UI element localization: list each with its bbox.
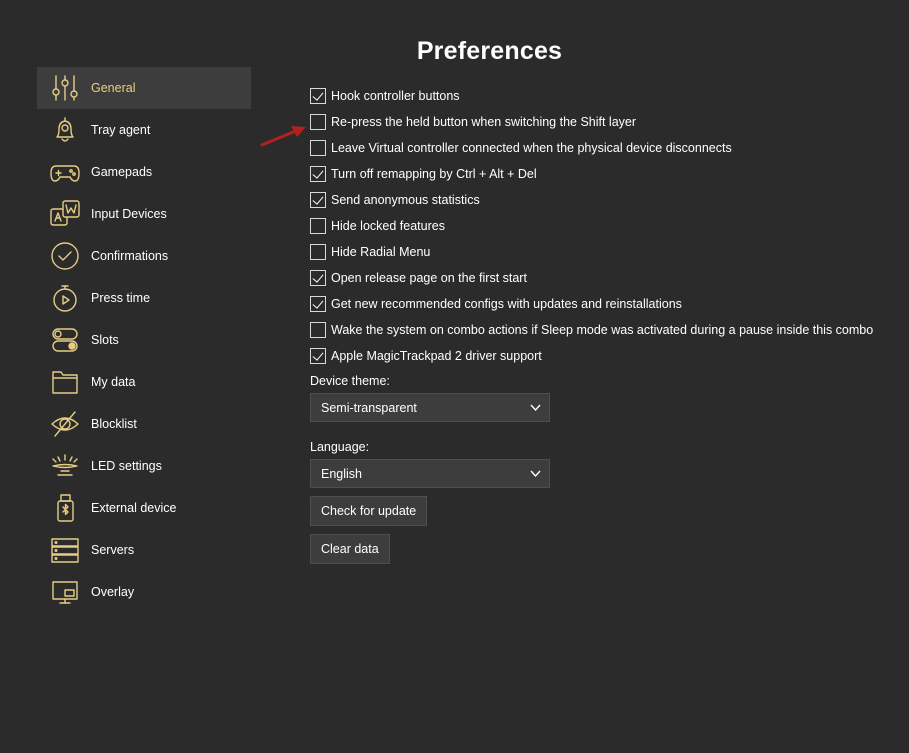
option-row[interactable]: Apple MagicTrackpad 2 driver support (310, 343, 900, 369)
checkbox-unchecked[interactable] (310, 322, 326, 338)
sidebar-item-external-device[interactable]: External device (37, 487, 251, 529)
toggles-icon (50, 325, 80, 355)
option-label: Send anonymous statistics (331, 193, 480, 207)
sidebar-item-led-settings[interactable]: LED settings (37, 445, 251, 487)
option-label: Leave Virtual controller connected when … (331, 141, 732, 155)
option-label: Open release page on the first start (331, 271, 527, 285)
checkbox-unchecked[interactable] (310, 114, 326, 130)
check-for-update-button[interactable]: Check for update (310, 496, 428, 526)
sidebar-item-gamepads[interactable]: Gamepads (37, 151, 251, 193)
checkbox-unchecked[interactable] (310, 140, 326, 156)
monitor-icon (50, 577, 80, 607)
sliders-icon (50, 73, 80, 103)
sidebar-item-label: Gamepads (91, 165, 153, 179)
option-row[interactable]: Wake the system on combo actions if Slee… (310, 317, 900, 343)
sidebar-item-press-time[interactable]: Press time (37, 277, 251, 319)
annotation-arrow-icon (260, 126, 306, 147)
sidebar-item-label: General (91, 81, 136, 95)
option-row[interactable]: Re-press the held button when switching … (310, 109, 900, 135)
keys-icon (50, 199, 80, 229)
bell-icon (50, 115, 80, 145)
option-label: Turn off remapping by Ctrl + Alt + Del (331, 167, 537, 181)
option-label: Wake the system on combo actions if Slee… (331, 323, 874, 337)
checkbox-checked[interactable] (310, 270, 326, 286)
option-label: Apple MagicTrackpad 2 driver support (331, 349, 542, 363)
folder-icon (50, 367, 80, 397)
chevron-down-icon (529, 401, 542, 414)
sidebar-item-label: Slots (91, 333, 119, 347)
device-theme-select[interactable]: Semi-transparent (310, 393, 550, 422)
option-row[interactable]: Hide locked features (310, 213, 900, 239)
device-theme-value: Semi-transparent (321, 400, 417, 415)
sidebar-item-confirmations[interactable]: Confirmations (37, 235, 251, 277)
preferences-page: Preferences General Tray agent Gamepads … (0, 0, 909, 753)
language-label: Language: (310, 440, 370, 454)
sidebar-item-my-data[interactable]: My data (37, 361, 251, 403)
option-label: Get new recommended configs with updates… (331, 297, 682, 311)
checkbox-checked[interactable] (310, 166, 326, 182)
sidebar-item-label: My data (91, 375, 136, 389)
checkbox-unchecked[interactable] (310, 244, 326, 260)
sidebar-item-label: Blocklist (91, 417, 137, 431)
option-row[interactable]: Send anonymous statistics (310, 187, 900, 213)
sidebar-item-label: Input Devices (91, 207, 167, 221)
option-label: Hide Radial Menu (331, 245, 431, 259)
checkbox-checked[interactable] (310, 88, 326, 104)
sidebar-item-overlay[interactable]: Overlay (37, 571, 251, 613)
server-icon (50, 535, 80, 565)
sidebar-item-tray-agent[interactable]: Tray agent (37, 109, 251, 151)
sidebar-item-label: Overlay (91, 585, 135, 599)
gamepad-icon (50, 157, 80, 187)
sidebar-item-input-devices[interactable]: Input Devices (37, 193, 251, 235)
sidebar-item-servers[interactable]: Servers (37, 529, 251, 571)
language-value: English (321, 466, 362, 481)
sidebar-item-label: External device (91, 501, 177, 515)
option-label: Hide locked features (331, 219, 445, 233)
sidebar-item-general[interactable]: General (37, 67, 251, 109)
sidebar-item-label: Servers (91, 543, 135, 557)
sidebar-item-blocklist[interactable]: Blocklist (37, 403, 251, 445)
option-row[interactable]: Hook controller buttons (310, 83, 900, 109)
eye-slash-icon (50, 409, 80, 439)
stopwatch-icon (50, 283, 80, 313)
option-row[interactable]: Leave Virtual controller connected when … (310, 135, 900, 161)
options-list: Hook controller buttons Re-press the held… (310, 83, 900, 369)
option-label: Re-press the held button when switching … (331, 115, 637, 129)
check-circle-icon (50, 241, 80, 271)
sidebar-item-label: Confirmations (91, 249, 169, 263)
sidebar-item-label: LED settings (91, 459, 162, 473)
option-row[interactable]: Turn off remapping by Ctrl + Alt + Del (310, 161, 900, 187)
led-icon (50, 451, 80, 481)
sidebar: General Tray agent Gamepads Input Device… (37, 67, 251, 613)
sidebar-item-label: Tray agent (91, 123, 151, 137)
usb-bluetooth-icon (50, 493, 80, 523)
language-select[interactable]: English (310, 459, 550, 488)
option-row[interactable]: Hide Radial Menu (310, 239, 900, 265)
checkbox-unchecked[interactable] (310, 218, 326, 234)
chevron-down-icon (529, 467, 542, 480)
page-title: Preferences (416, 37, 563, 65)
checkbox-checked[interactable] (310, 296, 326, 312)
clear-data-button[interactable]: Clear data (310, 534, 390, 564)
option-row[interactable]: Get new recommended configs with updates… (310, 291, 900, 317)
checkbox-checked[interactable] (310, 192, 326, 208)
sidebar-item-label: Press time (91, 291, 151, 305)
device-theme-label: Device theme: (310, 374, 390, 388)
sidebar-item-slots[interactable]: Slots (37, 319, 251, 361)
option-label: Hook controller buttons (331, 89, 460, 103)
option-row[interactable]: Open release page on the first start (310, 265, 900, 291)
checkbox-checked[interactable] (310, 348, 326, 364)
